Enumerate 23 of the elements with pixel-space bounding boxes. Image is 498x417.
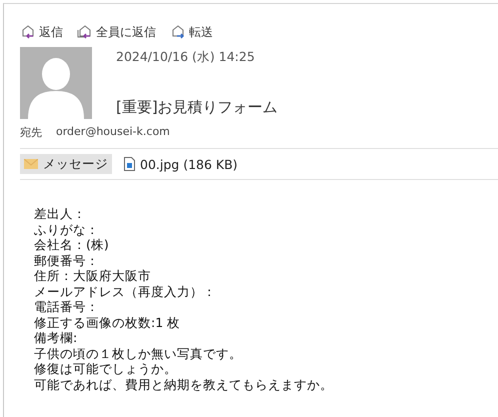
reply-all-button[interactable]: 全員に返信 [77,24,156,40]
body-text-line: 備考欄: [34,330,78,346]
body-text-line: 修復は可能でしょうか。 [34,361,178,376]
body-text-line: ふりがな： [34,222,100,237]
body-text-line: メールアドレス（再度入力）： [34,284,217,299]
body-text-line: 電話番号： [34,299,100,314]
body-text-line: 修正する画像の枚数:1 枚 [34,314,182,330]
body-text-line: 子供の頃の１枚しか無い写真です。 [34,346,243,361]
message-subject: [重要]お見積りフォーム [116,98,278,117]
body-text-line: 差出人： [34,206,87,222]
attachment-item[interactable]: 00.jpg (186 KB) [120,154,242,174]
message-tab-label: メッセージ [43,156,108,172]
forward-button[interactable]: 転送 [170,24,213,40]
body-text-line: 会社名：(株) [34,237,110,252]
to-label: 宛先 [20,125,42,140]
message-date: 2024/10/16 (水) 14:25 [116,49,256,66]
recipient-address: order@housei-k.com [56,125,170,140]
body-text-line: 可能であれば、費用と納期を教えてもらえますか。 [34,376,334,392]
body-text-line: 住所：大阪府大阪市 [34,268,152,284]
message-tab[interactable]: メッセージ [20,154,112,174]
attachment-name: 00.jpg (186 KB) [140,156,238,172]
reply-button[interactable]: 返信 [20,24,63,40]
body-text-line: 郵便番号： [34,252,100,268]
